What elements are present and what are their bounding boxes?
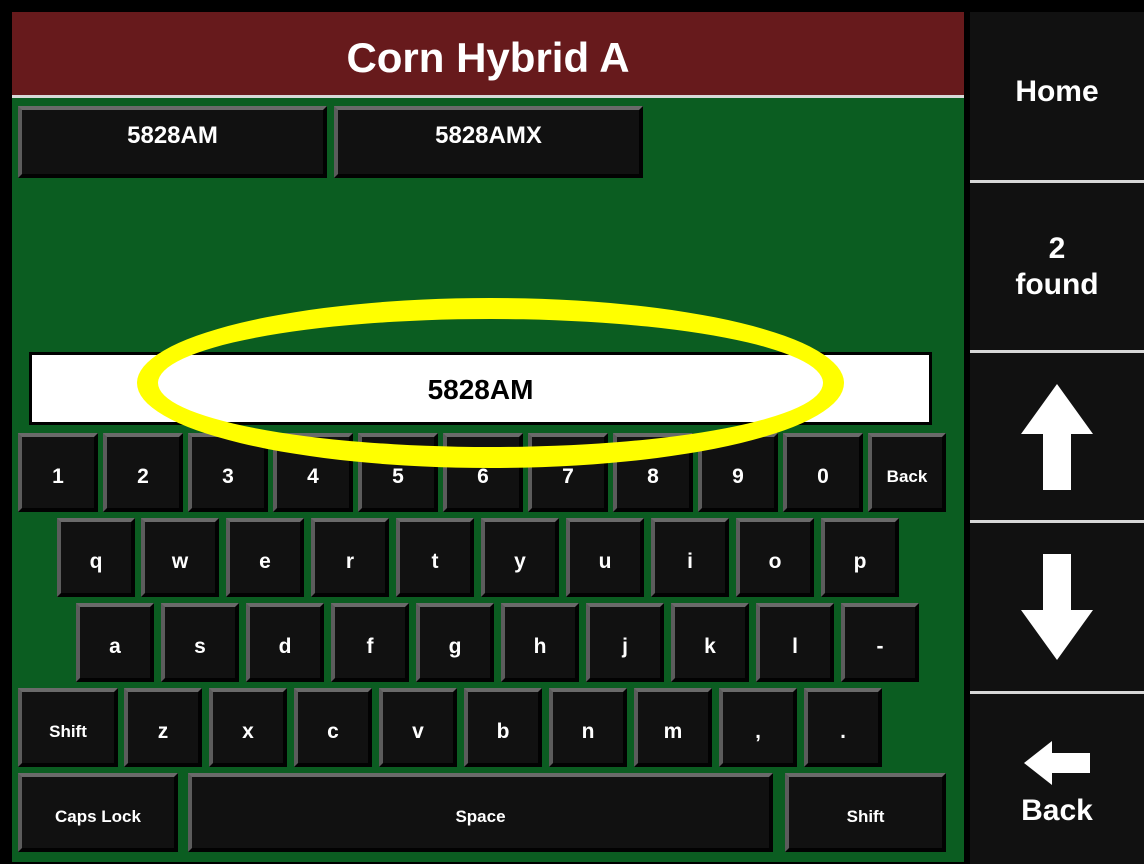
key-6[interactable]: 6 (443, 433, 523, 512)
key-f[interactable]: f (331, 603, 409, 682)
shift-left-key[interactable]: Shift (18, 688, 118, 767)
key-b[interactable]: b (464, 688, 542, 767)
space-key[interactable]: Space (188, 773, 773, 852)
backspace-key[interactable]: Back (868, 433, 946, 512)
key-3[interactable]: 3 (188, 433, 268, 512)
back-label: Back (1021, 794, 1093, 827)
found-count: 2 (1048, 231, 1066, 265)
search-input[interactable]: 5828AM (29, 352, 932, 425)
key-d[interactable]: d (246, 603, 324, 682)
key-i[interactable]: i (651, 518, 729, 597)
key-comma[interactable]: , (719, 688, 797, 767)
result-button-1[interactable]: 5828AM (18, 106, 327, 178)
key-z[interactable]: z (124, 688, 202, 767)
key-n[interactable]: n (549, 688, 627, 767)
key-p[interactable]: p (821, 518, 899, 597)
caps-lock-key[interactable]: Caps Lock (18, 773, 178, 852)
key-e[interactable]: e (226, 518, 304, 597)
key-r[interactable]: r (311, 518, 389, 597)
sidebar: Home 2 found Back (970, 12, 1144, 864)
scroll-up-button[interactable] (970, 353, 1144, 523)
key-2[interactable]: 2 (103, 433, 183, 512)
key-8[interactable]: 8 (613, 433, 693, 512)
key-v[interactable]: v (379, 688, 457, 767)
home-label: Home (1015, 75, 1099, 108)
key-4[interactable]: 4 (273, 433, 353, 512)
key-5[interactable]: 5 (358, 433, 438, 512)
key-7[interactable]: 7 (528, 433, 608, 512)
key-u[interactable]: u (566, 518, 644, 597)
arrow-left-icon (1024, 741, 1090, 785)
key-9[interactable]: 9 (698, 433, 778, 512)
key-1[interactable]: 1 (18, 433, 98, 512)
key-0[interactable]: 0 (783, 433, 863, 512)
key-g[interactable]: g (416, 603, 494, 682)
key-c[interactable]: c (294, 688, 372, 767)
key-l[interactable]: l (756, 603, 834, 682)
key-q[interactable]: q (57, 518, 135, 597)
key-x[interactable]: x (209, 688, 287, 767)
key-a[interactable]: a (76, 603, 154, 682)
key-s[interactable]: s (161, 603, 239, 682)
key-m[interactable]: m (634, 688, 712, 767)
found-count-button[interactable]: 2 found (970, 183, 1144, 353)
page-title: Corn Hybrid A (12, 12, 964, 98)
back-button[interactable]: Back (970, 694, 1144, 864)
arrow-down-icon (1021, 554, 1093, 660)
key-h[interactable]: h (501, 603, 579, 682)
home-button[interactable]: Home (970, 12, 1144, 183)
key-t[interactable]: t (396, 518, 474, 597)
key-dash[interactable]: - (841, 603, 919, 682)
found-label: found (1015, 267, 1099, 301)
result-button-2[interactable]: 5828AMX (334, 106, 643, 178)
key-w[interactable]: w (141, 518, 219, 597)
key-j[interactable]: j (586, 603, 664, 682)
key-o[interactable]: o (736, 518, 814, 597)
arrow-up-icon (1021, 383, 1093, 490)
key-period[interactable]: . (804, 688, 882, 767)
key-k[interactable]: k (671, 603, 749, 682)
key-y[interactable]: y (481, 518, 559, 597)
scroll-down-button[interactable] (970, 523, 1144, 694)
shift-right-key[interactable]: Shift (785, 773, 946, 852)
